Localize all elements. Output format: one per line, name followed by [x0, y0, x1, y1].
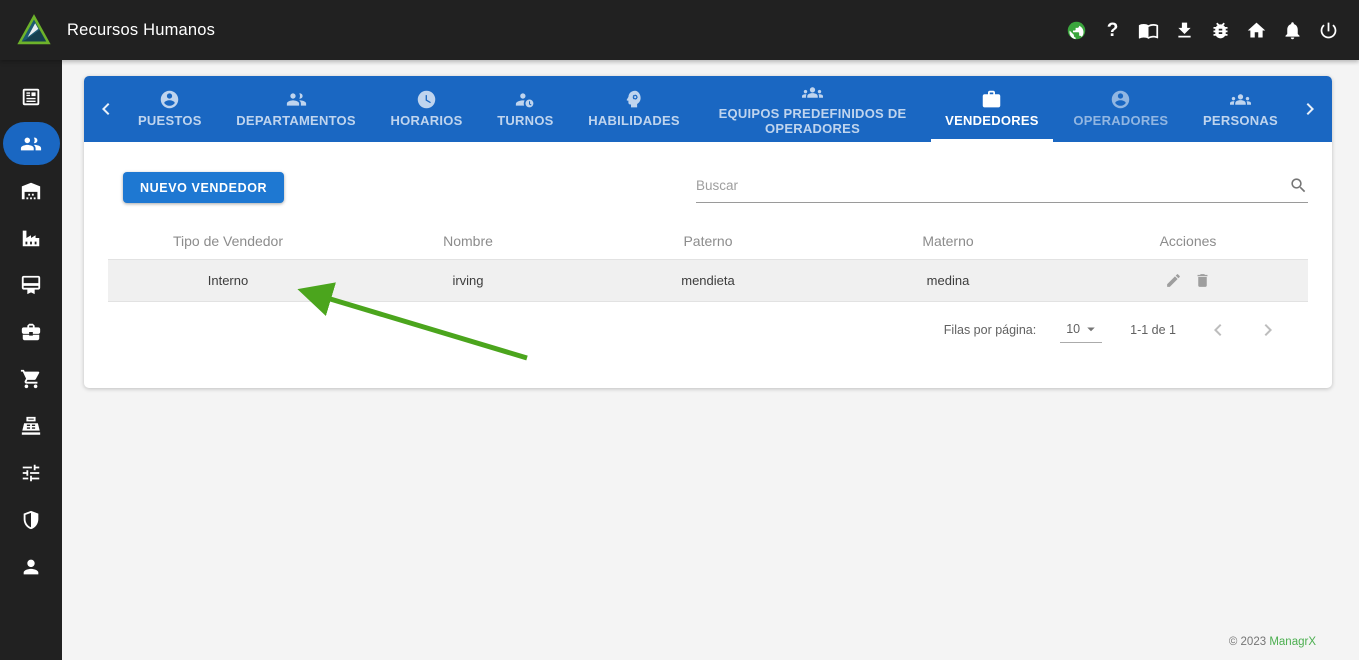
factory-icon — [20, 227, 42, 249]
search-icon[interactable] — [1289, 176, 1308, 195]
cell-actions — [1068, 272, 1308, 289]
table-row: Interno irving mendieta medina — [108, 259, 1308, 302]
vendors-card: PUESTOS DEPARTAMENTOS HORARIOS TURNOS — [84, 76, 1332, 388]
chevron-down-icon — [1082, 320, 1100, 338]
delete-icon[interactable] — [1194, 272, 1211, 289]
cash-register-icon — [20, 415, 42, 437]
sidebar-item-briefcase[interactable] — [0, 308, 62, 355]
sidebar-item-news[interactable] — [0, 73, 62, 120]
cell-tipo: Interno — [108, 273, 348, 288]
next-page-button[interactable] — [1256, 318, 1280, 342]
topbar: Recursos Humanos — [0, 0, 1359, 60]
tab-puestos[interactable]: PUESTOS — [132, 76, 208, 142]
tab-vendedores[interactable]: VENDEDORES — [939, 76, 1045, 142]
power-icon[interactable] — [1318, 20, 1339, 41]
cell-paterno: mendieta — [588, 273, 828, 288]
new-vendor-button[interactable]: NUEVO VENDEDOR — [123, 172, 284, 203]
col-header-materno: Materno — [828, 233, 1068, 249]
sidebar-item-factory[interactable] — [0, 214, 62, 261]
briefcase-icon — [981, 89, 1002, 110]
briefcase-icon — [20, 321, 42, 343]
search-input[interactable] — [696, 178, 1289, 193]
tune-icon — [20, 462, 42, 484]
globe-icon[interactable] — [1066, 20, 1087, 41]
sidebar-item-warehouse[interactable] — [0, 167, 62, 214]
module-tabbar: PUESTOS DEPARTAMENTOS HORARIOS TURNOS — [84, 76, 1332, 142]
tab-equipos-predefinidos[interactable]: EQUIPOS PREDEFINIDOS DE OPERADORES — [709, 76, 917, 142]
notifications-icon[interactable] — [1282, 20, 1303, 41]
previous-page-button[interactable] — [1206, 318, 1230, 342]
sidebar-item-security[interactable] — [0, 496, 62, 543]
pagination-range: 1-1 de 1 — [1130, 323, 1176, 337]
tab-turnos[interactable]: TURNOS — [491, 76, 559, 142]
page-title: Recursos Humanos — [67, 21, 215, 40]
col-header-acciones: Acciones — [1068, 233, 1308, 249]
col-header-paterno: Paterno — [588, 233, 828, 249]
bug-report-icon[interactable] — [1210, 20, 1231, 41]
col-header-nombre: Nombre — [348, 233, 588, 249]
news-icon — [20, 86, 42, 108]
person-clock-icon — [515, 89, 536, 110]
sidebar — [0, 60, 62, 660]
download-icon[interactable] — [1174, 20, 1195, 41]
tab-habilidades[interactable]: HABILIDADES — [582, 76, 686, 142]
brand-link[interactable]: ManagrX — [1269, 636, 1316, 648]
groups-icon — [1230, 89, 1251, 110]
help-icon[interactable] — [1102, 20, 1123, 41]
account-circle-icon — [159, 89, 180, 110]
search-field — [696, 176, 1308, 203]
groups-icon — [802, 82, 823, 103]
account-circle-icon — [1110, 89, 1131, 110]
brain-icon — [624, 89, 645, 110]
rows-per-page-select[interactable]: 10 — [1060, 318, 1102, 343]
tab-operadores[interactable]: OPERADORES — [1067, 76, 1174, 142]
tabs-scroll-left-button[interactable] — [92, 95, 120, 123]
tabs-scroll-right-button[interactable] — [1296, 95, 1324, 123]
main-content: PUESTOS DEPARTAMENTOS HORARIOS TURNOS — [62, 60, 1359, 660]
footer: © 2023 ManagrX — [1229, 636, 1316, 648]
vendors-table: Tipo de Vendedor Nombre Paterno Materno … — [108, 223, 1308, 302]
sidebar-item-cart[interactable] — [0, 355, 62, 402]
app-logo-icon — [15, 11, 53, 49]
sidebar-item-human-resources[interactable] — [0, 120, 62, 167]
tab-departamentos[interactable]: DEPARTAMENTOS — [230, 76, 362, 142]
topbar-actions — [1066, 20, 1359, 41]
sidebar-item-cash-register[interactable] — [0, 402, 62, 449]
copyright-text: © 2023 — [1229, 636, 1266, 648]
tabs: PUESTOS DEPARTAMENTOS HORARIOS TURNOS — [120, 76, 1296, 142]
col-header-tipo: Tipo de Vendedor — [108, 233, 348, 249]
cell-nombre: irving — [348, 273, 588, 288]
sidebar-item-profile[interactable] — [0, 543, 62, 590]
cell-materno: medina — [828, 273, 1068, 288]
warehouse-icon — [20, 180, 42, 202]
sidebar-item-certificates[interactable] — [0, 261, 62, 308]
edit-icon[interactable] — [1165, 272, 1182, 289]
shield-icon — [20, 509, 42, 531]
table-header-row: Tipo de Vendedor Nombre Paterno Materno … — [108, 223, 1308, 259]
people-icon — [286, 89, 307, 110]
sidebar-item-settings[interactable] — [0, 449, 62, 496]
people-icon — [20, 133, 42, 155]
cart-icon — [20, 368, 42, 390]
home-icon[interactable] — [1246, 20, 1267, 41]
person-icon — [20, 556, 42, 578]
certificate-icon — [20, 274, 42, 296]
pagination: Filas por página: 10 1-1 de 1 — [108, 302, 1308, 358]
manual-icon[interactable] — [1138, 20, 1159, 41]
tab-horarios[interactable]: HORARIOS — [385, 76, 469, 142]
clock-icon — [416, 89, 437, 110]
tab-personas[interactable]: PERSONAS — [1197, 76, 1284, 142]
rows-per-page-label: Filas por página: — [944, 323, 1036, 337]
